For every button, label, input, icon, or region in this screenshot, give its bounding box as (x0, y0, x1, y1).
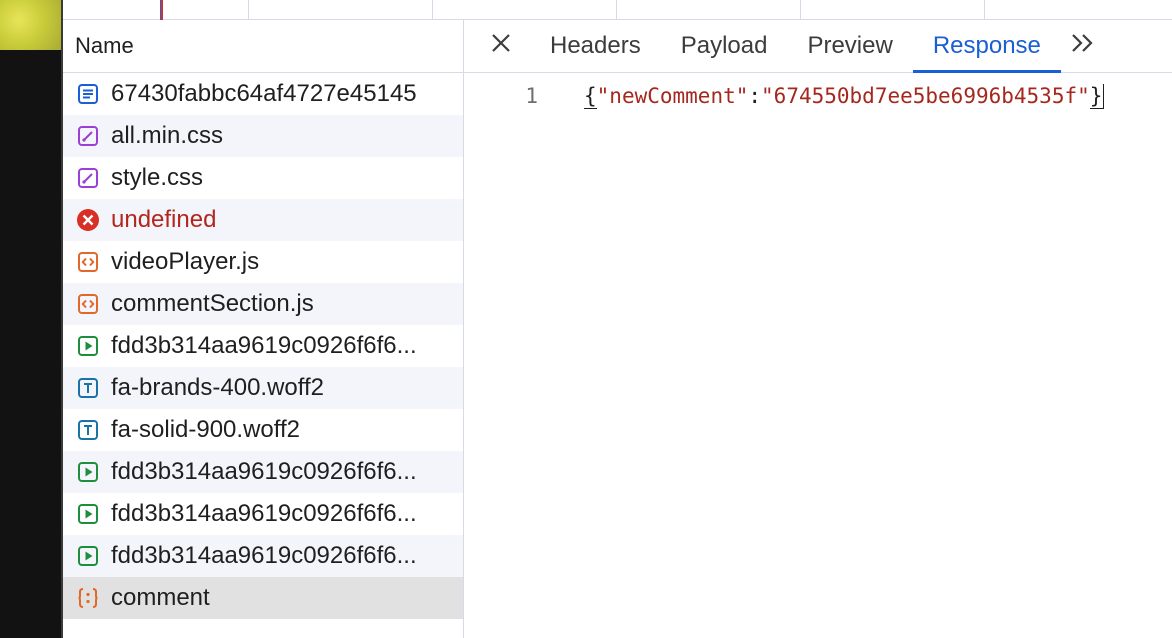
request-row[interactable]: videoPlayer.js (63, 241, 463, 283)
request-row[interactable]: fdd3b314aa9619c0926f6f6... (63, 325, 463, 367)
script-icon (75, 249, 101, 275)
request-details-panel: Headers Payload Preview Response 1 {"new… (464, 20, 1172, 638)
tab-preview-label: Preview (807, 32, 893, 59)
request-name: undefined (111, 206, 217, 233)
request-name: commentSection.js (111, 290, 314, 317)
timeline-gridline (984, 0, 985, 20)
tab-headers[interactable]: Headers (530, 20, 661, 72)
request-row[interactable]: fdd3b314aa9619c0926f6f6... (63, 493, 463, 535)
code-line-text[interactable]: {"newComment":"674550bd7ee5be6996b4535f"… (584, 84, 1105, 109)
document-icon (75, 81, 101, 107)
json-close-brace: } (1089, 84, 1105, 109)
page-background-strip (0, 0, 63, 638)
json-open-brace: { (584, 84, 597, 109)
tab-response-label: Response (932, 32, 1041, 59)
font-icon (75, 375, 101, 401)
request-row[interactable]: fdd3b314aa9619c0926f6f6... (63, 535, 463, 577)
chevron-double-right-icon (1069, 32, 1097, 61)
script-icon (75, 291, 101, 317)
request-name: fdd3b314aa9619c0926f6f6... (111, 500, 417, 527)
request-row[interactable]: style.css (63, 157, 463, 199)
timeline-gridline (616, 0, 617, 20)
line-number: 1 (525, 84, 538, 108)
close-details-button[interactable] (464, 20, 530, 72)
request-row-selected[interactable]: comment (63, 577, 463, 619)
media-icon (75, 543, 101, 569)
json-value: "674550bd7ee5be6996b4535f" (761, 84, 1090, 108)
stylesheet-icon (75, 165, 101, 191)
json-colon: : (748, 84, 762, 108)
request-row[interactable]: fa-brands-400.woff2 (63, 367, 463, 409)
request-name: fa-brands-400.woff2 (111, 374, 325, 401)
request-name: comment (111, 584, 210, 611)
timeline-gridline (248, 0, 249, 20)
font-icon (75, 417, 101, 443)
tab-payload-label: Payload (680, 32, 768, 59)
timeline-gridline (800, 0, 801, 20)
fetch-icon (75, 585, 101, 611)
response-viewer[interactable]: 1 {"newComment":"674550bd7ee5be6996b4535… (464, 74, 1172, 638)
request-row[interactable]: undefined (63, 199, 463, 241)
request-row[interactable]: fa-solid-900.woff2 (63, 409, 463, 451)
request-name: fdd3b314aa9619c0926f6f6... (111, 458, 417, 485)
details-tab-bar: Headers Payload Preview Response (464, 20, 1172, 73)
network-timeline[interactable] (63, 0, 1172, 20)
code-line: 1 {"newComment":"674550bd7ee5be6996b4535… (464, 74, 1172, 118)
error-icon (75, 207, 101, 233)
request-list-panel: Name 67430fabbc64af4727e45145 all.min.cs… (63, 20, 464, 638)
request-name: 67430fabbc64af4727e45145 (111, 80, 417, 107)
request-name: fdd3b314aa9619c0926f6f6... (111, 542, 417, 569)
stylesheet-icon (75, 123, 101, 149)
request-name: videoPlayer.js (111, 248, 260, 275)
media-icon (75, 459, 101, 485)
media-icon (75, 501, 101, 527)
timeline-marker (160, 0, 163, 20)
name-column-header[interactable]: Name (63, 20, 463, 73)
name-column-header-label: Name (75, 33, 134, 58)
tab-preview[interactable]: Preview (787, 20, 912, 72)
request-name: fdd3b314aa9619c0926f6f6... (111, 332, 417, 359)
request-row[interactable]: all.min.css (63, 115, 463, 157)
media-icon (75, 333, 101, 359)
tab-payload[interactable]: Payload (661, 20, 788, 72)
request-row[interactable]: 67430fabbc64af4727e45145 (63, 73, 463, 115)
request-row[interactable]: fdd3b314aa9619c0926f6f6... (63, 451, 463, 493)
request-name: all.min.css (111, 122, 224, 149)
request-name: style.css (111, 164, 204, 191)
tab-response[interactable]: Response (912, 20, 1061, 73)
request-list: 67430fabbc64af4727e45145 all.min.css sty… (63, 73, 463, 619)
timeline-gridline (432, 0, 433, 20)
json-key: "newComment" (596, 84, 749, 108)
request-name: fa-solid-900.woff2 (111, 416, 300, 443)
close-icon (490, 32, 512, 61)
request-row[interactable]: commentSection.js (63, 283, 463, 325)
tab-headers-label: Headers (550, 32, 641, 59)
page-image-fragment (0, 0, 63, 50)
more-tabs-button[interactable] (1061, 20, 1105, 72)
